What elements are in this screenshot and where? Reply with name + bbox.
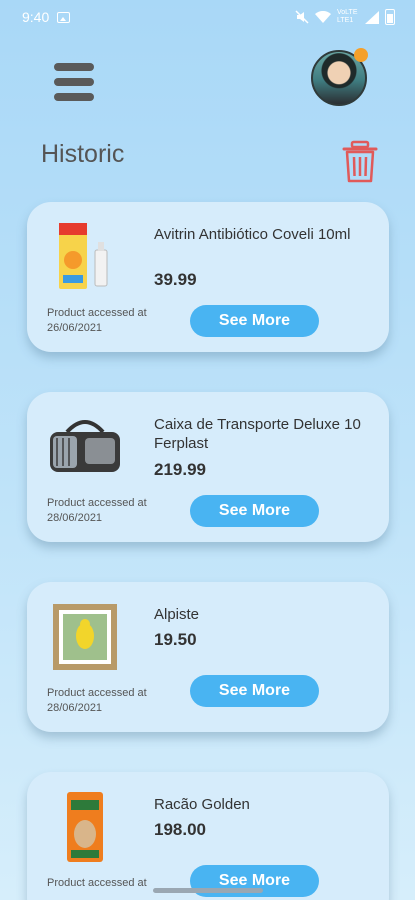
see-more-button[interactable]: See More [190,675,319,707]
accessed-label: Product accessed at [47,687,147,699]
image-notification-icon [57,11,71,23]
product-price: 19.50 [154,630,197,649]
birdseed-product-image [53,604,117,670]
accessed-date: 28/06/2021 [47,702,103,714]
trash-icon [342,140,378,183]
product-card[interactable]: Racão Golden 198.00 Product accessed at … [27,772,389,900]
see-more-button[interactable]: See More [190,495,319,527]
product-name: Caixa de Transporte Deluxe 10 Ferplast [154,416,361,452]
accessed-label: Product accessed at [47,307,147,319]
accessed-date: 26/06/2021 [47,322,103,334]
menu-bar-icon [54,63,94,71]
mute-icon [295,10,309,24]
product-price: 219.99 [154,460,206,479]
status-bar: 9:40 VoLTE LTE1 [0,0,415,34]
accessed-info: Product accessed at 28/06/2021 [47,496,177,526]
product-card[interactable]: Caixa de Transporte Deluxe 10 Ferplast 2… [27,392,389,542]
accessed-label: Product accessed at [47,497,147,509]
wifi-icon [315,10,331,23]
status-time: 9:40 [22,9,50,25]
signal-icon [365,10,379,24]
product-price: 198.00 [154,820,206,839]
clear-history-button[interactable] [340,140,380,184]
page-title: Historic [41,140,125,168]
product-card[interactable]: Avitrin Antibiótico Coveli 10ml 39.99 Pr… [27,202,389,352]
menu-bar-icon [54,93,94,101]
product-name: Alpiste [154,606,200,623]
product-card[interactable]: Alpiste 19.50 Product accessed at 28/06/… [27,582,389,732]
antibiotic-product-image [59,223,108,289]
product-price: 39.99 [154,270,197,289]
gesture-navigation-handle[interactable] [153,888,263,893]
accessed-date: 28/06/2021 [47,512,103,524]
status-right: VoLTE LTE1 [295,9,395,25]
accessed-info: Product accessed at 28/06/2021 [47,686,177,716]
menu-bar-icon [54,78,94,86]
dog-food-product-image [67,792,103,862]
product-name: Racão Golden [154,796,250,813]
accessed-info: Product accessed at 26/06/2021 [47,306,177,336]
battery-icon [385,9,395,25]
product-name: Avitrin Antibiótico Coveli 10ml [154,226,351,243]
see-more-button[interactable]: See More [190,305,319,337]
menu-button[interactable] [54,63,94,101]
status-left: 9:40 [22,9,71,25]
pet-carrier-product-image [50,420,120,472]
signal-text: VoLTE LTE1 [337,9,358,24]
notification-dot [354,48,368,62]
